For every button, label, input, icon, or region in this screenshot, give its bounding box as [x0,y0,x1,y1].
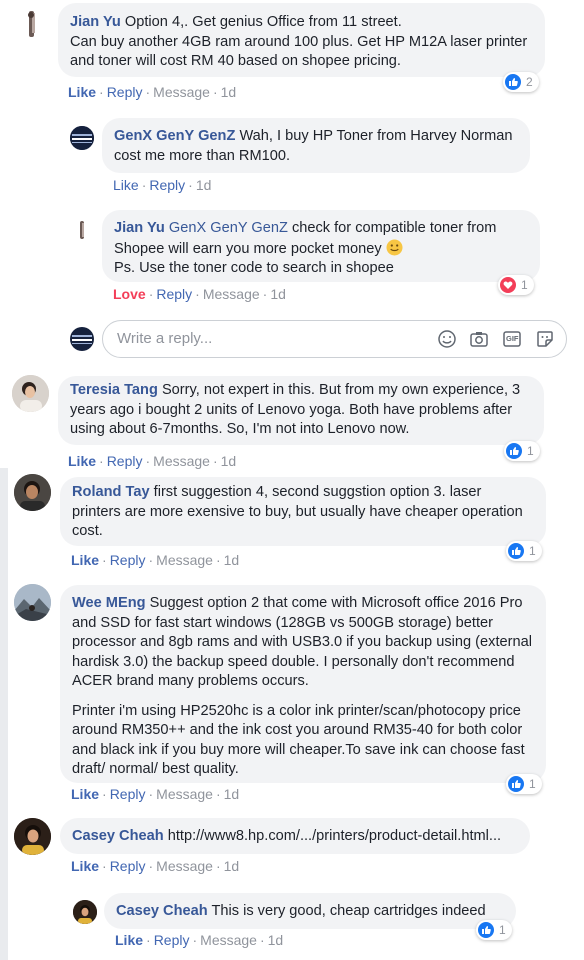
message-link[interactable]: Message [200,932,257,948]
comment-actions: Like · Reply · Message · 1d [71,858,240,874]
message-link[interactable]: Message [153,84,210,100]
comment-author[interactable]: Casey Cheah [116,903,208,919]
timestamp[interactable]: 1d [196,177,212,193]
avatar[interactable] [70,126,94,150]
message-link[interactable]: Message [156,858,213,874]
comment-author[interactable]: Roland Tay [72,484,150,500]
like-link[interactable]: Like [71,858,99,874]
avatar[interactable] [70,218,94,242]
comment-bubble: Jian Yu Option 4,. Get genius Office fro… [58,3,545,77]
comment-text: This is very good, cheap cartridges inde… [211,903,486,919]
like-link[interactable]: Like [71,786,99,802]
gif-icon[interactable]: GIF [502,329,522,349]
timestamp[interactable]: 1d [221,84,237,100]
comment-bubble: Teresia Tang Sorry, not expert in this. … [58,376,544,445]
reaction-count-value: 1 [521,278,528,292]
message-link[interactable]: Message [153,453,210,469]
thumbs-up-icon [506,443,522,459]
reaction-count-value: 1 [499,923,506,937]
reaction-count-value: 1 [529,777,536,791]
reply-link[interactable]: Reply [110,552,146,568]
comment-author[interactable]: Casey Cheah [72,828,164,844]
avatar[interactable] [12,375,49,412]
like-link[interactable]: Like [113,177,139,193]
reply-link[interactable]: Reply [110,786,146,802]
comment-actions: Like · Reply · Message · 1d [68,453,237,469]
timestamp[interactable]: 1d [268,932,284,948]
comment-author[interactable]: Jian Yu [114,220,165,236]
message-link[interactable]: Message [203,286,260,302]
like-link[interactable]: Like [68,453,96,469]
comment-text: Option 4,. Get genius Office from 11 str… [70,14,528,69]
comment-actions: Like · Reply · Message · 1d [71,552,240,568]
sticker-icon[interactable] [535,329,555,349]
reply-input-placeholder: Write a reply... [117,330,213,347]
comment-text-second-line: Ps. Use the toner code to search in shop… [114,260,394,276]
like-link[interactable]: Like [68,84,96,100]
reaction-count-value: 2 [526,75,533,89]
message-link[interactable]: Message [156,786,213,802]
avatar[interactable] [14,818,51,855]
gif-label: GIF [506,334,519,343]
emoji-icon[interactable] [437,329,457,349]
reply-link[interactable]: Reply [107,84,143,100]
reply-link[interactable]: Reply [110,858,146,874]
comment-bubble: Casey Cheah This is very good, cheap car… [104,893,516,929]
avatar[interactable] [73,900,97,924]
comment-bubble: Jian Yu GenX GenY GenZ check for compati… [102,210,540,282]
reaction-count[interactable]: 1 [504,441,540,461]
comment-author[interactable]: Wee MEng [72,595,146,611]
mention-link[interactable]: GenX GenY GenZ [169,220,288,236]
comment-bubble: Casey Cheah http://www8.hp.com/.../print… [60,818,530,854]
comment-author[interactable]: GenX GenY GenZ [114,128,235,144]
reply-link[interactable]: Reply [154,932,190,948]
comment-bubble: GenX GenY GenZ Wah, I buy HP Toner from … [102,118,530,173]
message-link[interactable]: Message [156,552,213,568]
comment-link[interactable]: http://www8.hp.com/.../printers/product-… [168,828,501,844]
reaction-count-value: 1 [529,544,536,558]
comment-actions: Like · Reply · Message · 1d [115,932,284,948]
reaction-count-value: 1 [527,444,534,458]
reply-link[interactable]: Reply [107,453,143,469]
avatar[interactable] [14,474,51,511]
comment-bubble: Wee MEng Suggest option 2 that come with… [60,585,546,783]
like-link[interactable]: Like [71,552,99,568]
timestamp[interactable]: 1d [224,858,240,874]
comment-actions: Love · Reply · Message · 1d [113,286,286,302]
avatar[interactable] [14,584,51,621]
avatar[interactable] [14,7,48,41]
thumbs-up-icon [505,74,521,90]
timestamp[interactable]: 1d [270,286,286,302]
thumbs-up-icon [508,776,524,792]
camera-icon[interactable] [469,329,489,349]
thumbs-up-icon [508,543,524,559]
love-link[interactable]: Love [113,286,146,302]
reaction-count[interactable]: 1 [498,275,534,295]
comment-text-second-paragraph: Printer i'm using HP2520hc is a color in… [72,702,525,778]
reaction-count[interactable]: 1 [476,920,512,940]
reaction-count[interactable]: 2 [503,72,539,92]
comment-actions: Like · Reply · Message · 1d [68,84,237,100]
reaction-count[interactable]: 1 [506,541,542,561]
like-link[interactable]: Like [115,932,143,948]
reply-link[interactable]: Reply [149,177,185,193]
comment-author[interactable]: Jian Yu [70,14,121,30]
comment-thread: Jian Yu Option 4,. Get genius Office fro… [0,0,584,960]
reaction-count[interactable]: 1 [506,774,542,794]
thumbs-up-icon [478,922,494,938]
comment-actions: Like · Reply · 1d [113,177,212,193]
timestamp[interactable]: 1d [221,453,237,469]
reply-input[interactable]: Write a reply... GIF [102,320,567,358]
timestamp[interactable]: 1d [224,552,240,568]
current-user-avatar [70,327,94,351]
reply-link[interactable]: Reply [156,286,192,302]
timestamp[interactable]: 1d [224,786,240,802]
heart-icon [500,277,516,293]
comment-author[interactable]: Teresia Tang [70,382,158,398]
comment-actions: Like · Reply · Message · 1d [71,786,240,802]
comment-bubble: Roland Tay first suggestion 4, second su… [60,477,546,546]
smiley-emoji-icon [386,239,403,256]
